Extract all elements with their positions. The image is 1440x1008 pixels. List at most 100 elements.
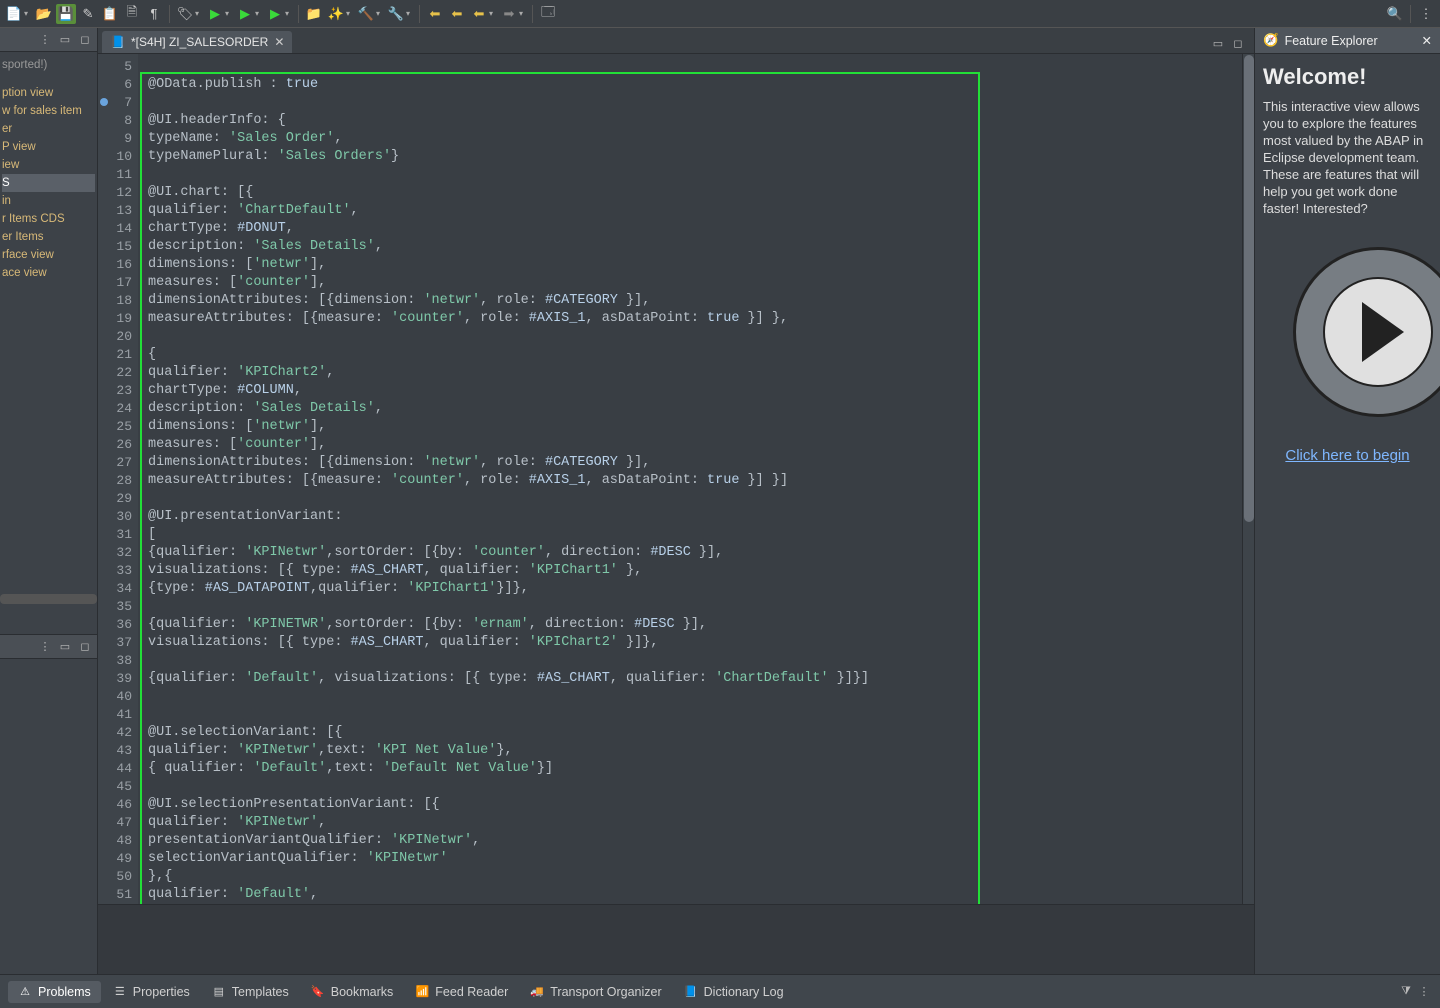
open-icon[interactable]: 📂	[34, 4, 54, 24]
editor-tabbar: 📘 *[S4H] ZI_SALESORDER ✕ ▭ ◻	[98, 28, 1254, 54]
code-area[interactable]: @OData.publish : true @UI.headerInfo: { …	[138, 54, 1242, 904]
back3-icon[interactable]: ⬅	[469, 4, 489, 24]
tag-icon[interactable]: 🏷	[175, 4, 195, 24]
tab-title: *[S4H] ZI_SALESORDER	[131, 35, 268, 49]
dropdown-icon[interactable]: ▾	[376, 9, 384, 18]
editor-tab[interactable]: 📘 *[S4H] ZI_SALESORDER ✕	[102, 31, 292, 53]
tree-item[interactable]: S	[2, 174, 95, 192]
tab-icon: 🔖	[311, 985, 325, 999]
editor-pane: 📘 *[S4H] ZI_SALESORDER ✕ ▭ ◻ 56789101112…	[98, 28, 1254, 974]
tab-icon: 📶	[415, 985, 429, 999]
separator	[532, 5, 533, 23]
tab-icon: 🚚	[530, 985, 544, 999]
dropdown-icon[interactable]: ▾	[346, 9, 354, 18]
build2-icon[interactable]: 🔧	[386, 4, 406, 24]
feature-explorer-tab[interactable]: 🧭 Feature Explorer ✕	[1255, 28, 1440, 54]
maximize-icon[interactable]: ◻	[77, 32, 93, 48]
vertical-scrollbar[interactable]	[1242, 54, 1254, 904]
new-icon[interactable]: 📄	[4, 4, 24, 24]
bottom-tab-transport-organizer[interactable]: 🚚 Transport Organizer	[520, 981, 671, 1003]
dropdown-icon[interactable]: ▾	[406, 9, 414, 18]
menu-icon[interactable]: ⋮	[1416, 4, 1436, 24]
tree-item[interactable]: er	[2, 120, 95, 138]
back-icon[interactable]: ⬅	[425, 4, 445, 24]
tree-item[interactable]: ption view	[2, 84, 95, 102]
view-menu-icon[interactable]: ⋮	[1416, 984, 1432, 1000]
tab-label: Templates	[232, 985, 289, 999]
tab-label: Transport Organizer	[550, 985, 661, 999]
tab-icon: ☰	[113, 985, 127, 999]
saveall-icon[interactable]: ✎	[78, 4, 98, 24]
tree-item[interactable]: er Items	[2, 228, 95, 246]
tree-item[interactable]: sported!)	[2, 56, 95, 74]
tab-label: Properties	[133, 985, 190, 999]
tab-label: Problems	[38, 985, 91, 999]
dropdown-icon[interactable]: ▾	[225, 9, 233, 18]
dropdown-icon[interactable]: ▾	[489, 9, 497, 18]
debug-icon[interactable]: ▶	[235, 4, 255, 24]
view-menu-icon[interactable]: ⋮	[37, 639, 53, 655]
forward-icon[interactable]: ➡	[499, 4, 519, 24]
bottom-tab-dictionary-log[interactable]: 📘Dictionary Log	[674, 981, 794, 1003]
tree-item[interactable]: ace view	[2, 264, 95, 282]
close-icon[interactable]: ✕	[1422, 33, 1432, 48]
close-icon[interactable]: ✕	[274, 35, 284, 49]
perspective-icon[interactable]: 🗔	[538, 4, 558, 24]
explorer-tree[interactable]: sported!) ption vieww for sales itemerP v…	[0, 52, 97, 590]
paragraph-icon[interactable]: ¶	[144, 4, 164, 24]
minimize-icon[interactable]: ▭	[1210, 35, 1226, 51]
horizontal-scrollbar[interactable]	[0, 594, 97, 604]
welcome-panel: Welcome! This interactive view allows yo…	[1255, 54, 1440, 474]
back2-icon[interactable]: ⬅	[447, 4, 467, 24]
minimize-icon[interactable]: ▭	[57, 32, 73, 48]
welcome-body: This interactive view allows you to expl…	[1263, 98, 1432, 217]
tree-item[interactable]: w for sales item	[2, 102, 95, 120]
file-icon: 📘	[110, 35, 125, 49]
separator	[1410, 5, 1411, 23]
dropdown-icon[interactable]: ▾	[519, 9, 527, 18]
tab-label: Feed Reader	[435, 985, 508, 999]
copy-icon[interactable]: 📋	[100, 4, 120, 24]
tab-icon: ▤	[212, 985, 226, 999]
filter-icon[interactable]: ⧩	[1398, 984, 1414, 1000]
separator	[298, 5, 299, 23]
bottom-tab-problems[interactable]: ⚠ Problems	[8, 981, 101, 1003]
maximize-icon[interactable]: ◻	[1230, 35, 1246, 51]
tab-label: Dictionary Log	[704, 985, 784, 999]
tab-icon: ⚠	[18, 985, 32, 999]
tree-item[interactable]: P view	[2, 138, 95, 156]
tree-item[interactable]: r Items CDS	[2, 210, 95, 228]
line-gutter: 5678910111213141516171819202122232425262…	[98, 54, 138, 904]
tree-item[interactable]: iew	[2, 156, 95, 174]
tree-item[interactable]: in	[2, 192, 95, 210]
code-editor[interactable]: 5678910111213141516171819202122232425262…	[98, 54, 1254, 904]
save-icon[interactable]: 💾	[56, 4, 76, 24]
maximize-icon[interactable]: ◻	[77, 639, 93, 655]
bottom-tab-bookmarks[interactable]: 🔖Bookmarks	[301, 981, 404, 1003]
search-icon[interactable]: 🔍	[1385, 4, 1405, 24]
dropdown-icon[interactable]: ▾	[24, 9, 32, 18]
dropdown-icon[interactable]: ▾	[285, 9, 293, 18]
view-menu-icon[interactable]: ⋮	[37, 32, 53, 48]
wand-icon[interactable]: ✨	[326, 4, 346, 24]
feature-tab-label: Feature Explorer	[1285, 34, 1378, 48]
bottom-tab-feed-reader[interactable]: 📶 Feed Reader	[405, 981, 518, 1003]
bottom-tab-properties[interactable]: ☰ Properties	[103, 981, 200, 1003]
separator	[169, 5, 170, 23]
tree-item[interactable]: rface view	[2, 246, 95, 264]
begin-link[interactable]: Click here to begin	[1263, 447, 1432, 464]
minimize-icon[interactable]: ▭	[57, 639, 73, 655]
bottom-tab-templates[interactable]: ▤ Templates	[202, 981, 299, 1003]
welcome-heading: Welcome!	[1263, 64, 1432, 90]
play-button[interactable]	[1293, 247, 1440, 417]
doc-icon[interactable]: 🗎	[122, 4, 142, 24]
project-explorer: ⋮ ▭ ◻ sported!) ption vieww for sales ite…	[0, 28, 98, 974]
feature-explorer: 🧭 Feature Explorer ✕ Welcome! This inter…	[1254, 28, 1440, 974]
dropdown-icon[interactable]: ▾	[255, 9, 263, 18]
build-icon[interactable]: 🔨	[356, 4, 376, 24]
outline-header: ⋮ ▭ ◻	[0, 635, 97, 659]
folder-icon[interactable]: 📁	[304, 4, 324, 24]
run-icon[interactable]: ▶	[205, 4, 225, 24]
dropdown-icon[interactable]: ▾	[195, 9, 203, 18]
runext-icon[interactable]: ▶	[265, 4, 285, 24]
